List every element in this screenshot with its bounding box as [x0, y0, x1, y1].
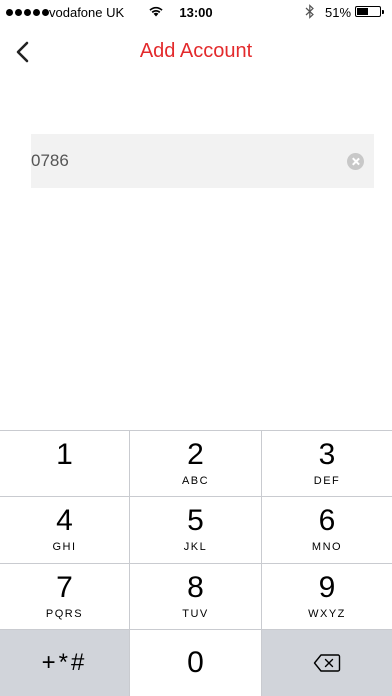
key-digit: 1 — [56, 438, 73, 471]
key-4[interactable]: 4 GHI — [0, 497, 130, 564]
key-7[interactable]: 7 PQRS — [0, 563, 130, 630]
key-digit: 5 — [187, 504, 204, 538]
key-8[interactable]: 8 TUV — [130, 563, 262, 630]
key-digit: 3 — [318, 438, 336, 471]
key-symbols-label: +*# — [41, 648, 88, 676]
key-digit: 7 — [56, 570, 73, 604]
page-title: Add Account — [139, 40, 253, 62]
key-digit: 6 — [318, 504, 336, 538]
battery-icon — [355, 6, 384, 17]
key-3[interactable]: 3 DEF — [262, 431, 392, 498]
key-6[interactable]: 6 MNO — [262, 497, 392, 564]
key-digit: 8 — [187, 570, 204, 604]
phone-number-input[interactable] — [31, 134, 331, 188]
bluetooth-icon — [305, 4, 314, 19]
key-letters: MNO — [311, 541, 343, 554]
key-5[interactable]: 5 JKL — [130, 497, 262, 564]
key-letters: TUV — [182, 607, 209, 620]
key-letters: PQRS — [45, 607, 84, 620]
key-digit: 4 — [56, 504, 73, 538]
key-1[interactable]: 1 — [0, 431, 130, 498]
phone-number-field[interactable] — [31, 134, 374, 188]
key-digit: 2 — [187, 438, 204, 471]
numeric-keypad: 1 2 ABC 3 DEF 4 GHI 5 JKL 6 MNO 7 PQRS 8… — [0, 430, 392, 696]
key-letters: ABC — [181, 475, 210, 487]
key-digit: 9 — [318, 570, 336, 604]
key-letters: WXYZ — [308, 607, 346, 620]
key-letters: DEF — [313, 475, 341, 487]
key-symbols[interactable]: +*# — [0, 629, 130, 696]
key-9[interactable]: 9 WXYZ — [262, 563, 392, 630]
backspace-icon — [313, 654, 341, 672]
key-2[interactable]: 2 ABC — [130, 431, 262, 498]
key-digit: 0 — [187, 645, 204, 679]
clear-text-icon[interactable] — [347, 153, 364, 170]
navigation-bar: Add Account — [0, 27, 392, 77]
key-letters: JKL — [183, 541, 208, 554]
key-delete[interactable] — [262, 629, 392, 696]
status-bar: vodafone UK 13:00 51% — [0, 0, 392, 27]
key-letters: GHI — [52, 541, 77, 554]
battery-percentage: 51% — [325, 5, 352, 20]
key-0[interactable]: 0 — [130, 629, 262, 696]
